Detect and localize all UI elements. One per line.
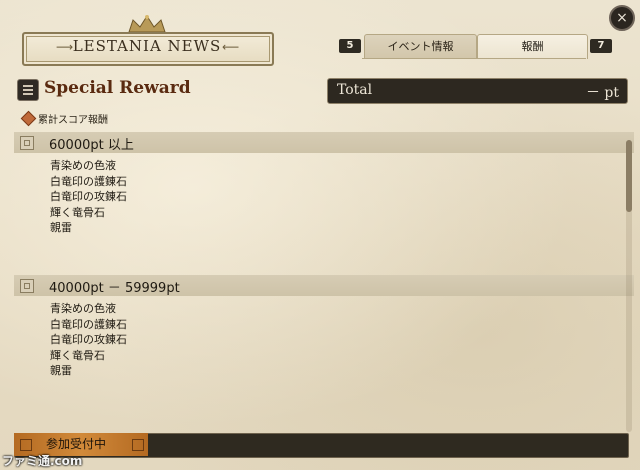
tab-divider bbox=[362, 58, 586, 59]
total-label: Total bbox=[337, 82, 373, 98]
reward-item: 白竜印の攻錬石 bbox=[50, 190, 127, 203]
tier-square-icon bbox=[20, 279, 34, 293]
prev-page-indicator[interactable]: 5 bbox=[339, 39, 361, 53]
tab-event-info[interactable]: イベント情報 bbox=[364, 34, 477, 59]
reward-list: 青染めの色液 白竜印の護錬石 白竜印の攻錬石 輝く竜骨石 親雷 bbox=[50, 158, 127, 236]
close-button[interactable]: × bbox=[609, 5, 635, 31]
reward-item: 親雷 bbox=[50, 221, 72, 234]
tab-rewards[interactable]: 報酬 bbox=[477, 34, 588, 59]
page-title: Special Reward bbox=[44, 78, 191, 98]
reward-item: 青染めの色液 bbox=[50, 302, 116, 315]
tier-header: 60000pt 以上 bbox=[14, 132, 634, 153]
reward-item: 親雷 bbox=[50, 364, 72, 377]
total-value: － pt bbox=[585, 85, 619, 101]
reward-item: 青染めの色液 bbox=[50, 159, 116, 172]
cumulative-score-reward-label: 累計スコア報酬 bbox=[38, 115, 108, 126]
scrollbar-thumb[interactable] bbox=[626, 140, 632, 212]
menu-icon bbox=[17, 79, 39, 101]
reward-item: 白竜印の護錬石 bbox=[50, 174, 127, 188]
diamond-bullet-icon bbox=[20, 110, 37, 127]
ornament-icon bbox=[132, 439, 144, 451]
next-page-indicator[interactable]: 7 bbox=[590, 39, 612, 53]
lestania-news-logo: ⟶ ⟵ LESTANIA NEWS bbox=[16, 14, 278, 70]
reward-item: 輝く竜骨石 bbox=[50, 205, 105, 219]
tier-square-icon bbox=[20, 136, 34, 150]
tier-title: 60000pt 以上 bbox=[49, 138, 134, 153]
tier-title: 40000pt － 59999pt bbox=[49, 281, 180, 296]
logo-text: LESTANIA NEWS bbox=[72, 37, 222, 55]
watermark-logo: ファミ通.com bbox=[2, 454, 83, 468]
total-score-bar: Total － pt bbox=[327, 78, 628, 104]
ornament-icon bbox=[20, 439, 32, 451]
news-panel: ⟶ ⟵ LESTANIA NEWS × 5 イベント情報 報酬 7 Specia… bbox=[0, 0, 640, 470]
reward-item: 輝く竜骨石 bbox=[50, 348, 105, 362]
tier-header: 40000pt － 59999pt bbox=[14, 275, 634, 296]
crown-icon bbox=[128, 15, 166, 33]
reward-list: 青染めの色液 白竜印の護錬石 白竜印の攻錬石 輝く竜骨石 親雷 bbox=[50, 301, 127, 379]
reward-item: 白竜印の護錬石 bbox=[50, 317, 127, 331]
reward-item: 白竜印の攻錬石 bbox=[50, 333, 127, 346]
close-icon: × bbox=[616, 10, 628, 26]
